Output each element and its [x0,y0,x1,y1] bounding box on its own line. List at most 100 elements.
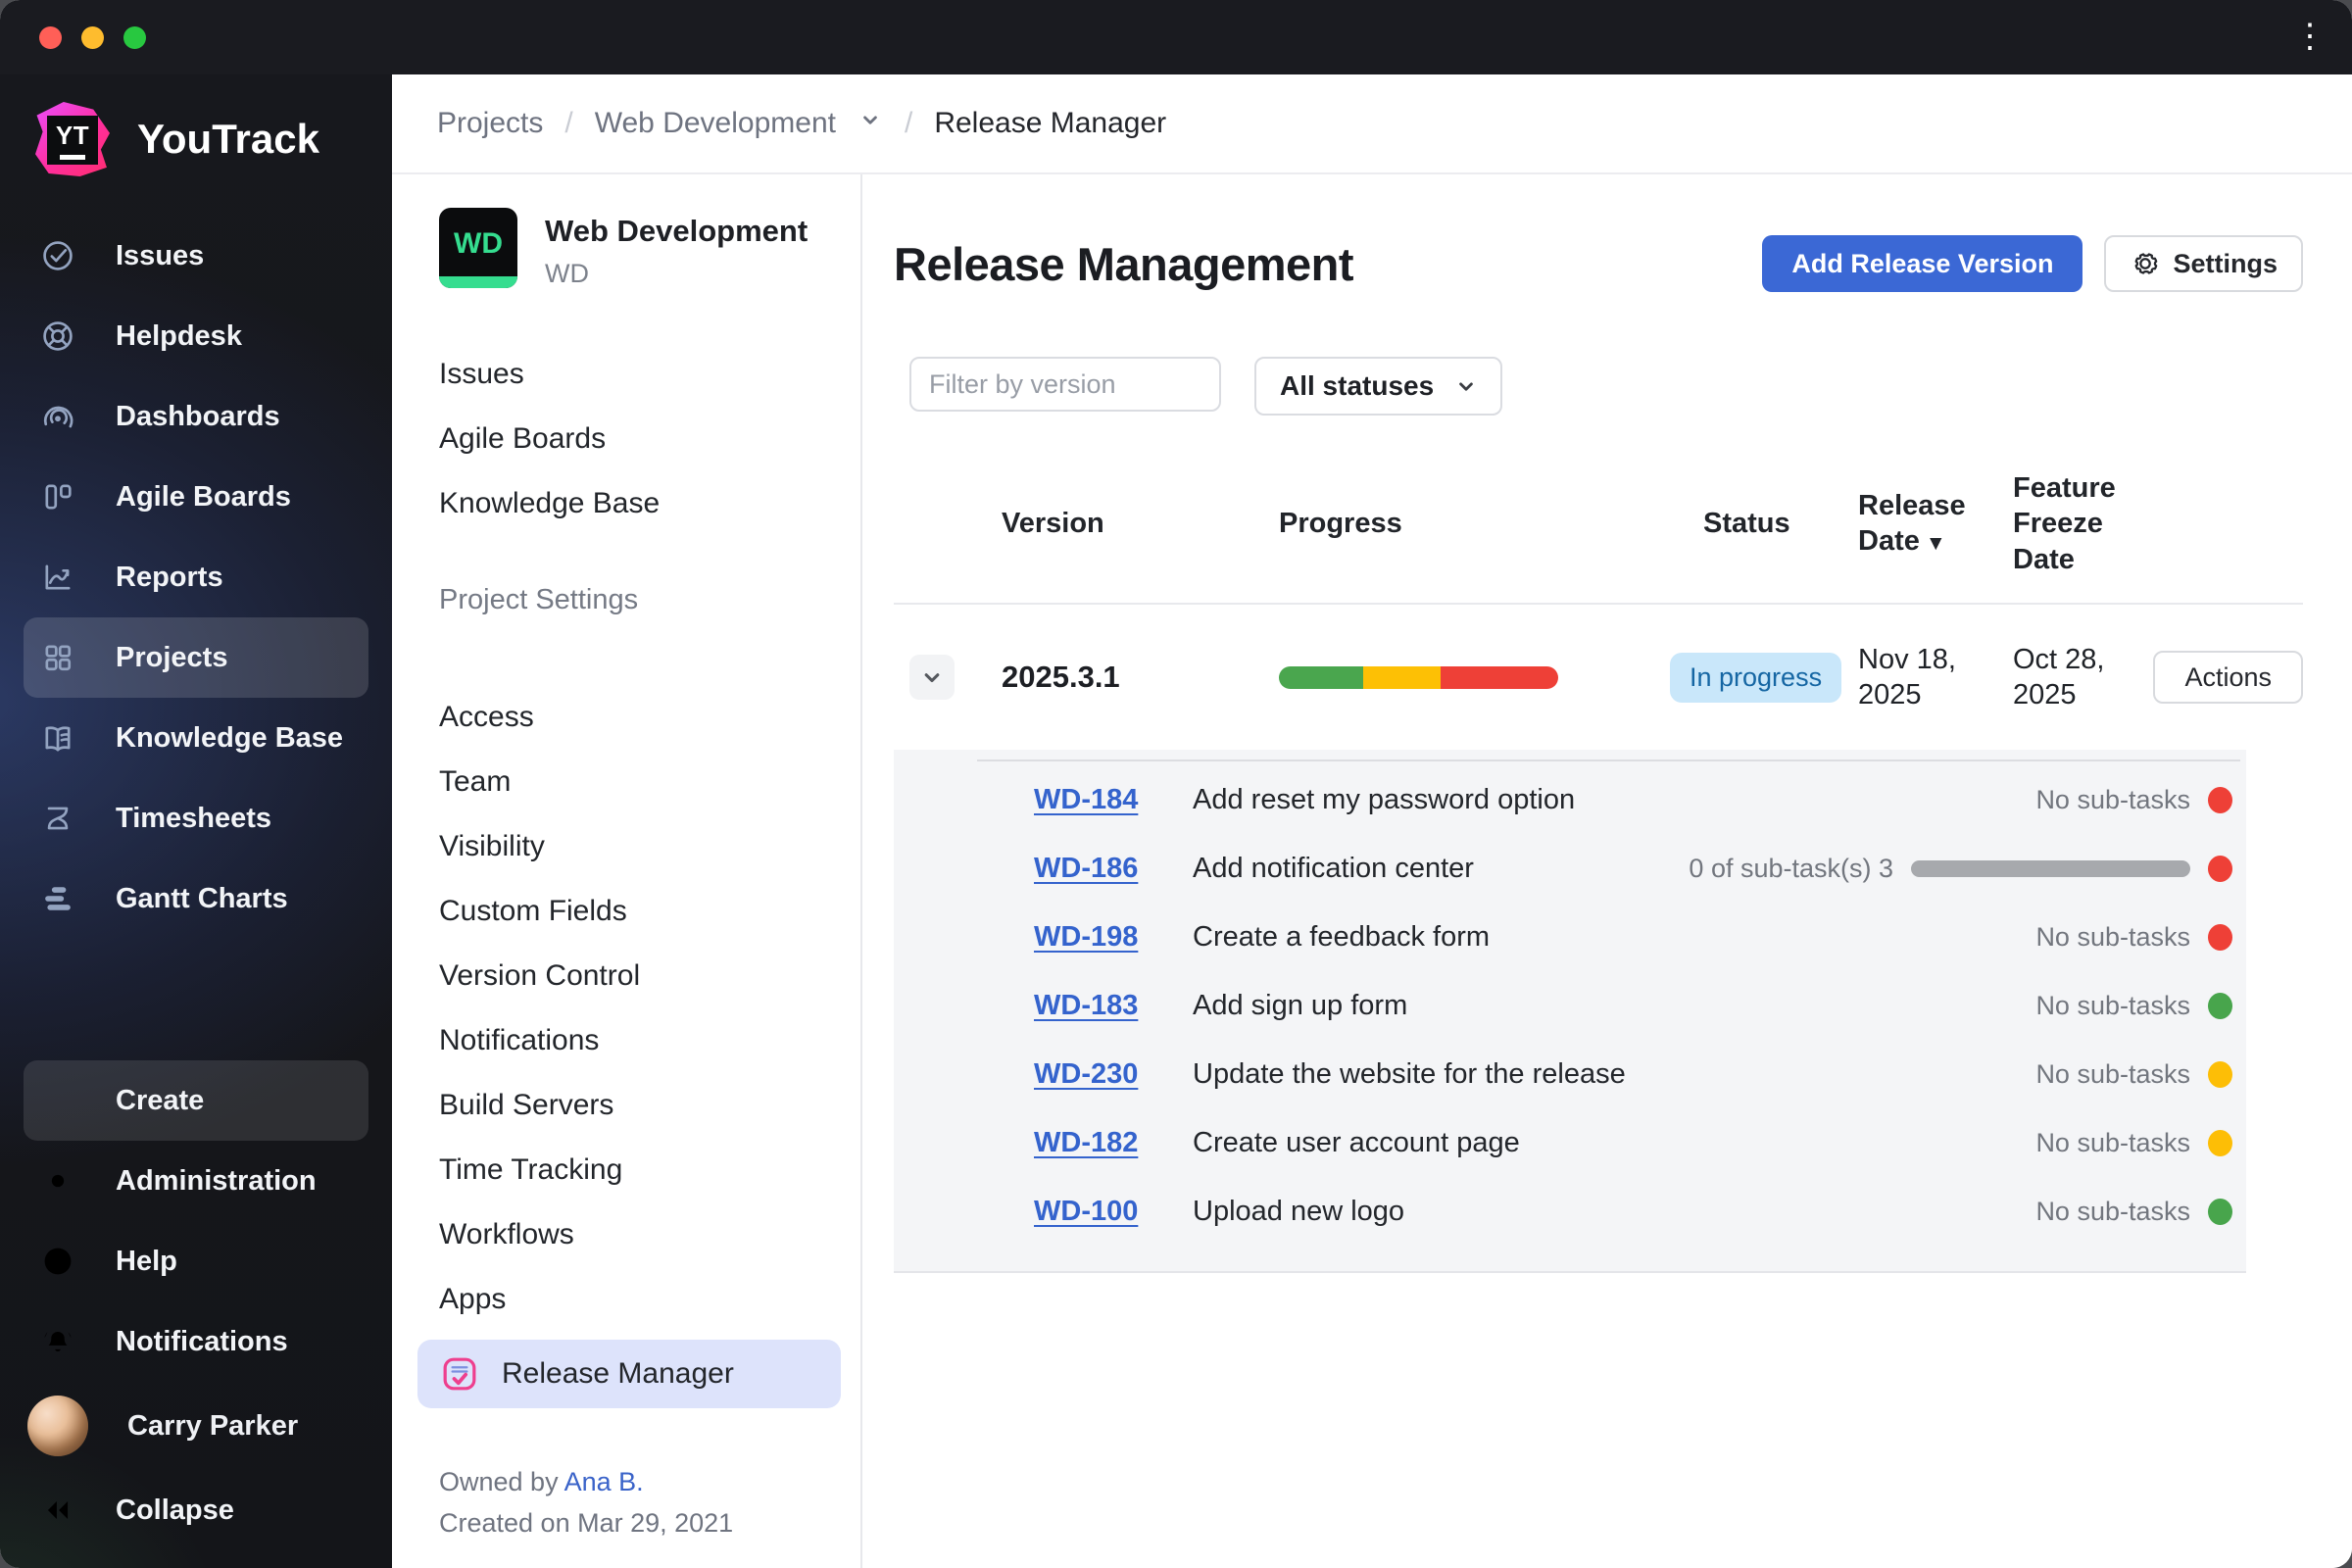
app-window: ⋮ YT YouTrack Issues Helpdesk Dashboards [0,0,2352,1568]
sidebar-item-projects[interactable]: Projects [24,617,368,698]
settings-label: Settings [2173,248,2278,278]
titlebar: ⋮ [0,0,2352,74]
settings-link-apps[interactable]: Apps [439,1267,860,1332]
subtasks-label: No sub-tasks [2035,784,2190,814]
issue-link[interactable]: WD-230 [1034,1058,1191,1091]
filter-by-version-input[interactable] [909,357,1221,412]
col-header-feature-freeze-date[interactable]: Feature Freeze Date [2001,470,2140,577]
issue-link[interactable]: WD-186 [1034,853,1191,885]
project-key: WD [545,259,589,288]
issue-link[interactable]: WD-182 [1034,1127,1191,1159]
settings-link-visibility[interactable]: Visibility [439,814,860,879]
status-filter-select[interactable]: All statuses [1254,357,1503,416]
sidebar-nav: Issues Helpdesk Dashboards Agile Boards … [0,216,392,939]
breadcrumb-current: Release Manager [934,107,1167,139]
close-window-button[interactable] [39,26,62,49]
priority-dot [2208,1198,2232,1225]
expand-release-button[interactable] [909,655,955,700]
breadcrumb-separator: / [564,107,573,139]
app-logo[interactable]: YT YouTrack [0,74,392,216]
col-header-status[interactable]: Status [1656,506,1842,541]
subtasks-panel: WD-184 Add reset my password option No s… [894,750,2246,1274]
sidebar-item-label: Knowledge Base [116,721,344,754]
sidebar-item-timesheets[interactable]: Timesheets [24,778,368,858]
settings-button[interactable]: Settings [2104,235,2303,292]
owned-by-line: Owned by Ana B. [439,1467,644,1497]
priority-dot [2208,1129,2232,1156]
subtasks-progress-bar [1911,859,2190,877]
sidebar-item-notifications[interactable]: Notifications [24,1301,368,1382]
zoom-window-button[interactable] [123,26,146,49]
project-settings-header: Project Settings [439,583,639,615]
progress-segment-green [1279,665,1363,689]
project-link-issues[interactable]: Issues [439,342,860,407]
settings-link-custom-fields[interactable]: Custom Fields [439,879,860,944]
filter-row: All statuses [909,357,2303,416]
collapse-sidebar-button[interactable]: Collapse [24,1470,368,1550]
release-row: 2025.3.1 In progress Nov 18, 2025 Oct 28… [894,605,2303,751]
project-link-agile-boards[interactable]: Agile Boards [439,407,860,471]
project-footer: Owned by Ana B. Created on Mar 29, 2021 [439,1462,860,1544]
settings-link-workflows[interactable]: Workflows [439,1202,860,1267]
gear-icon [2135,253,2158,274]
settings-link-version-control[interactable]: Version Control [439,944,860,1008]
issue-link[interactable]: WD-184 [1034,784,1191,816]
logo-badge: YT [55,121,90,150]
project-settings-links: Access Team Visibility Custom Fields Ver… [439,685,860,1332]
subtasks-label: 0 of sub-task(s) 3 [1689,853,1893,883]
issue-title: Upload new logo [1193,1195,1405,1227]
created-line: Created on Mar 29, 2021 [439,1508,734,1539]
issue-row: WD-183 Add sign up form No sub-tasks [894,971,2246,1040]
sidebar-item-issues[interactable]: Issues [24,216,368,296]
issue-row: WD-186 Add notification center 0 of sub-… [894,834,2246,903]
kebab-menu-icon[interactable]: ⋮ [2293,16,2327,57]
knowledge-base-icon [39,719,76,757]
sidebar-item-help[interactable]: Help [24,1221,368,1301]
issue-row: WD-100 Upload new logo No sub-tasks [894,1177,2246,1246]
sidebar-item-reports[interactable]: Reports [24,537,368,617]
settings-link-team[interactable]: Team [439,750,860,814]
sidebar-item-label: Gantt Charts [116,882,288,914]
issue-row: WD-182 Create user account page No sub-t… [894,1108,2246,1177]
settings-link-notifications[interactable]: Notifications [439,1008,860,1073]
add-release-version-button[interactable]: Add Release Version [1762,235,2083,292]
chevron-down-icon[interactable] [858,107,883,140]
col-header-release-date[interactable]: Release Date ▼ [1842,488,2001,560]
release-manager-label: Release Manager [502,1357,734,1390]
project-avatar: WD [439,208,517,288]
issue-link[interactable]: WD-100 [1034,1196,1191,1228]
create-button[interactable]: Create [24,1060,368,1141]
sidebar-item-agile-boards[interactable]: Agile Boards [24,457,368,537]
minimize-window-button[interactable] [81,26,104,49]
settings-link-build-servers[interactable]: Build Servers [439,1073,860,1138]
create-label: Create [116,1084,205,1116]
project-link-knowledge-base[interactable]: Knowledge Base [439,471,860,536]
issue-title: Add notification center [1193,852,1474,884]
issue-link[interactable]: WD-183 [1034,990,1191,1022]
actions-button[interactable]: Actions [2153,651,2303,704]
settings-link-access[interactable]: Access [439,685,860,750]
chevron-down-icon [1459,382,1473,391]
sidebar-item-dashboards[interactable]: Dashboards [24,376,368,457]
owner-link[interactable]: Ana B. [564,1467,644,1496]
breadcrumb-project[interactable]: Web Development [595,107,836,140]
sidebar-item-gantt-charts[interactable]: Gantt Charts [24,858,368,939]
app-name: YouTrack [137,116,319,162]
issue-row: WD-230 Update the website for the releas… [894,1040,2246,1108]
settings-link-time-tracking[interactable]: Time Tracking [439,1138,860,1202]
release-manager-nav-item[interactable]: Release Manager [417,1340,841,1408]
sidebar-item-administration[interactable]: Administration [24,1141,368,1221]
sidebar-item-helpdesk[interactable]: Helpdesk [24,296,368,376]
sidebar-item-knowledge-base[interactable]: Knowledge Base [24,698,368,778]
window-controls [39,26,146,49]
issue-link[interactable]: WD-198 [1034,921,1191,954]
release-version: 2025.3.1 [1002,660,1120,694]
reports-icon [39,559,76,596]
col-header-progress[interactable]: Progress [1260,506,1656,541]
breadcrumb-separator: / [904,107,913,139]
col-header-version[interactable]: Version [990,506,1260,541]
user-name: Carry Parker [127,1409,299,1442]
breadcrumb-projects[interactable]: Projects [437,107,543,140]
project-panel: WD Web Development WD Issues Agile Board… [392,172,862,1568]
user-menu[interactable]: Carry Parker [24,1382,368,1470]
